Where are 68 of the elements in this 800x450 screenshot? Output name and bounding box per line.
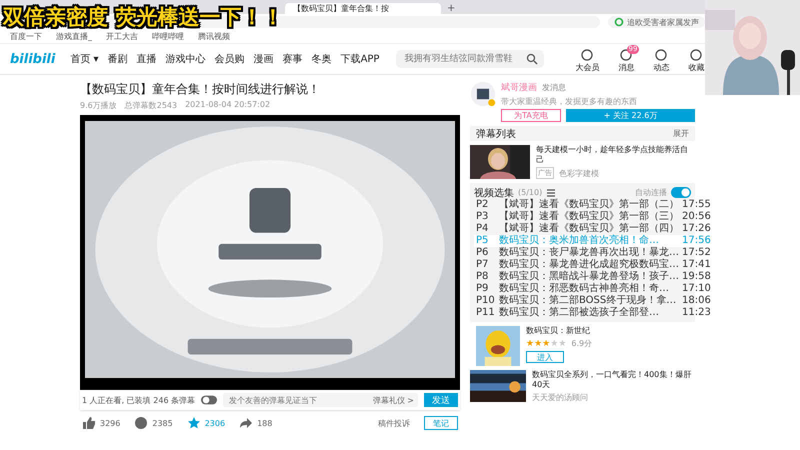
- video-title: 【数码宝贝】童年合集！按时间线进行解说！: [80, 81, 321, 98]
- new-tab-button[interactable]: +: [447, 3, 456, 14]
- search-icon: [614, 17, 624, 27]
- playlist-item[interactable]: P11 数码宝贝：第二部被选孩子全部登… 11:23: [474, 307, 713, 319]
- uploader-description: 带大家重温经典，发掘更多有趣的东西: [501, 96, 638, 107]
- nav-link[interactable]: 漫画: [254, 52, 274, 66]
- playlist-item[interactable]: P3 【斌哥】速看《数码宝贝》第一部（三） 20:56: [474, 211, 713, 223]
- recommendation-author: 天天爱的汤顾问: [532, 392, 588, 403]
- video-meta: 总弹幕数2543: [124, 100, 178, 111]
- playlist-item[interactable]: P2 【斌哥】速看《数码宝贝》第一部（二） 17:55: [474, 199, 713, 211]
- list-icon[interactable]: [546, 188, 556, 198]
- coin-icon: [134, 416, 148, 430]
- uploader-avatar-icon[interactable]: [470, 81, 496, 107]
- nav-link[interactable]: 直播: [136, 52, 157, 66]
- thumbs-up-icon: [82, 416, 96, 430]
- viewer-count: 1 人正在看, 已装填 246 条弹幕: [82, 394, 196, 406]
- browser-tab[interactable]: 【数码宝贝】童年合集！按: [285, 3, 441, 14]
- share-icon: [239, 416, 254, 430]
- search-icon[interactable]: [526, 53, 538, 65]
- nav-link[interactable]: 首页 ▾: [70, 52, 99, 66]
- playlist-item[interactable]: P6 数码宝贝：丧尸暴龙兽再次出现！暴龙… 17:52: [474, 247, 713, 259]
- playlist-item[interactable]: P4 【斌哥】速看《数码宝贝》第一部（四） 17:26: [474, 223, 713, 235]
- nav-link[interactable]: 赛事: [282, 52, 303, 66]
- nav-link[interactable]: 会员购: [214, 52, 245, 66]
- rating-score: 6.9分: [571, 338, 592, 349]
- danmaku-toggle[interactable]: [201, 395, 218, 405]
- video-meta: 9.6万播放: [80, 100, 117, 111]
- playlist-item[interactable]: P9 数码宝贝：邪恶数码古神兽亮相！奇… 17:10: [474, 283, 713, 295]
- etiquette-link[interactable]: 弹幕礼仪 >: [372, 394, 414, 406]
- nav-icon-button[interactable]: 动态: [648, 45, 674, 73]
- circle-icon: [655, 49, 668, 61]
- danmaku-input[interactable]: 发个友善的弹幕见证当下 弹幕礼仪 >: [223, 393, 418, 407]
- recommendation-title[interactable]: 数码宝贝：新世纪: [526, 326, 590, 336]
- recommendation-title[interactable]: 数码宝贝全系列，一口气看完！400集！爆肝40天: [532, 370, 695, 390]
- playlist-title: 视频选集: [474, 186, 514, 198]
- action-button[interactable]: 2385: [134, 416, 173, 430]
- circle-icon: [690, 49, 702, 61]
- danmaku-list-header[interactable]: 弹幕列表 展开: [470, 126, 695, 141]
- playlist-count: (5/10): [518, 188, 542, 197]
- bookmark-link[interactable]: 哔哩哔哩: [152, 31, 184, 42]
- star-icon: [186, 416, 201, 430]
- video-meta: 2021-08-04 20:57:02: [185, 100, 270, 111]
- message-link[interactable]: 发消息: [542, 82, 566, 93]
- browser-search-field[interactable]: 追欧受害者家属发声: [608, 16, 705, 28]
- nav-link[interactable]: 游戏中心: [166, 52, 206, 66]
- nav-link[interactable]: 下载APP: [340, 52, 380, 66]
- bookmark-link[interactable]: 腾讯视频: [198, 31, 230, 42]
- nav-link[interactable]: 冬奥: [312, 52, 332, 66]
- bookmark-link[interactable]: 游戏直播_: [56, 31, 92, 42]
- report-link[interactable]: 稿件投诉: [378, 418, 410, 428]
- playlist-item[interactable]: P7 数码宝贝：暴龙兽进化成超究极数码宝… 17:41: [474, 259, 713, 271]
- action-button[interactable]: 3296: [82, 416, 120, 430]
- nav-link[interactable]: 番剧: [108, 52, 128, 66]
- bookmark-link[interactable]: 百度一下: [10, 31, 42, 42]
- autoplay-label: 自动连播: [635, 187, 667, 198]
- nav-icon-button[interactable]: 收藏: [683, 45, 710, 73]
- bookmark-link[interactable]: 开工大吉: [106, 31, 138, 42]
- action-button[interactable]: 188: [239, 416, 272, 430]
- search-field[interactable]: 我拥有羽生结弦同款滑雪鞋: [396, 50, 544, 68]
- rating-stars: ★★★★★: [526, 338, 566, 348]
- circle-icon: [581, 49, 594, 61]
- playlist-item[interactable]: P10 数码宝贝：第二部BOSS终于现身！拿… 18:06: [474, 295, 713, 307]
- ad-title[interactable]: 每天建模一小时，趁年轻多学点技能养活自己: [536, 145, 695, 165]
- nav-icon-button[interactable]: 大会员: [570, 45, 604, 73]
- playlist-item[interactable]: P8 数码宝贝：黑暗战斗暴龙兽登场！孩子… 19:58: [474, 271, 713, 283]
- overlay-caption: 双倍亲密度 荧光棒送一下！！: [3, 4, 284, 31]
- autoplay-toggle[interactable]: [671, 187, 691, 198]
- ad-source: 色彩字建模: [559, 168, 599, 178]
